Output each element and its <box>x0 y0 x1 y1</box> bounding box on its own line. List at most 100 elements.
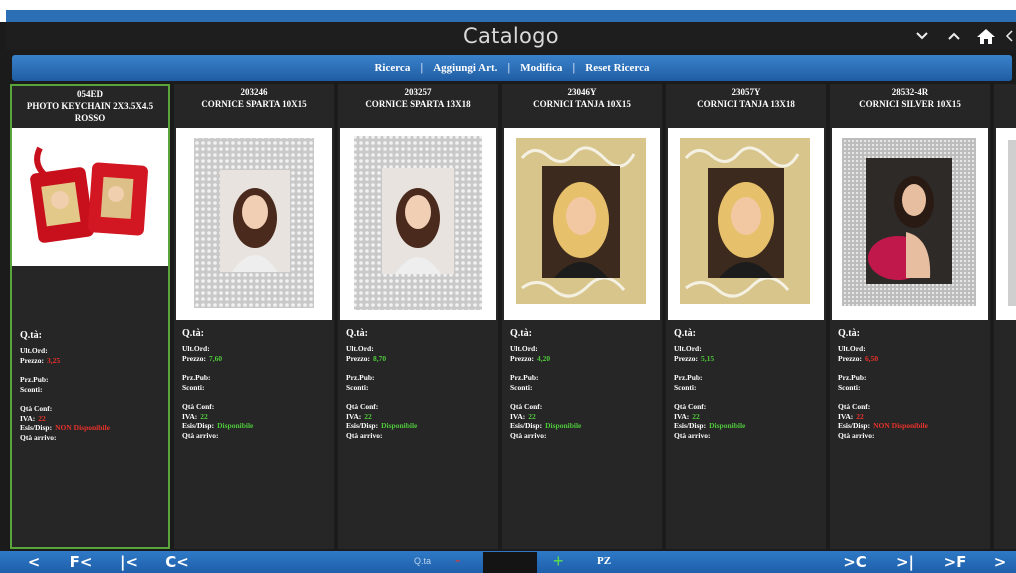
iva-value: 22 <box>692 411 700 421</box>
card-header: 23046Y CORNICI TANJA 10X15 <box>502 86 662 110</box>
prev-category-button[interactable]: C< <box>160 551 194 573</box>
qta-arrivo-row: Qtà arrivo: <box>20 432 57 442</box>
prezzo-row: Prezzo: 5,15 <box>674 353 715 363</box>
footer-bar: < F< |< C< Q.ta - + PZ >C >| >F > <box>0 551 1016 573</box>
qta-conf-row: Qtà Conf: <box>20 404 53 413</box>
iva-value: 22 <box>200 411 208 421</box>
availability-status: Disponibile <box>217 421 254 430</box>
qta-footer-label: Q.ta <box>414 556 432 566</box>
product-card[interactable]: 28532-4R CORNICI SILVER 10X15 Q.tà: Ult.… <box>830 84 990 549</box>
quantity-input[interactable] <box>483 552 537 573</box>
product-card[interactable]: 203257 CORNICE SPARTA 13X18 Q.tà: Ult.Or… <box>338 84 498 549</box>
esis-disp-row: Esis/Disp: Disponibile <box>510 421 582 430</box>
esis-disp-row: Esis/Disp: Disponibile <box>346 421 418 430</box>
product-name: CORNICI SILVER 10X15 <box>859 99 961 109</box>
chevron-down-icon[interactable] <box>906 22 938 50</box>
top-accent-bar <box>6 10 1016 22</box>
qta-label: Q.tà: <box>674 328 696 339</box>
product-card[interactable]: 23057Y CORNICI TANJA 13X18 Q.tà: Ult.Ord… <box>666 84 826 549</box>
esis-disp-row: Esis/Disp: NON Disponibile <box>20 423 110 432</box>
product-name: CORNICE SPARTA 10X15 <box>201 99 307 109</box>
prezzo-value: 6,50 <box>865 353 879 363</box>
sconti-row: Sconti: <box>182 382 205 392</box>
qta-label: Q.tà: <box>510 328 532 339</box>
qta-arrivo-row: Qtà arrivo: <box>346 430 383 440</box>
chevron-left-icon[interactable] <box>1002 22 1016 50</box>
product-image <box>12 128 168 266</box>
increase-qty-button[interactable]: + <box>553 551 564 572</box>
iva-value: 22 <box>364 411 372 421</box>
iva-row: IVA: 22 <box>182 411 208 421</box>
product-image <box>176 128 332 320</box>
prezzo-row: Prezzo: 8,70 <box>346 353 387 363</box>
product-image <box>340 128 496 320</box>
qta-conf-row: Qtà Conf: <box>510 402 543 411</box>
action-toolbar: Ricerca | Aggiungi Art. | Modifica | Res… <box>12 55 1012 81</box>
card-header: 203257 CORNICE SPARTA 13X18 <box>338 86 498 110</box>
iva-row: IVA: 22 <box>510 411 536 421</box>
qta-arrivo-row: Qtà arrivo: <box>510 430 547 440</box>
product-code: 28532-4R <box>891 87 929 97</box>
prz-pub-row: Prz.Pub: <box>346 373 375 382</box>
next-page-button[interactable]: >| <box>890 551 920 573</box>
card-header: 054ED PHOTO KEYCHAIN 2X3.5X4.5 ROSSO <box>12 88 168 124</box>
home-icon[interactable] <box>970 22 1002 50</box>
ult-ord-row: Ult.Ord: <box>182 344 210 353</box>
qta-conf-row: Qtà Conf: <box>346 402 379 411</box>
product-card-partial[interactable] <box>994 84 1016 549</box>
prev-page-button[interactable]: |< <box>114 551 144 573</box>
page-title: Catalogo <box>463 24 559 48</box>
product-code: 203246 <box>240 87 268 97</box>
qta-label: Q.tà: <box>182 328 204 339</box>
iva-value: 22 <box>528 411 536 421</box>
availability-status: NON Disponibile <box>55 423 110 432</box>
product-details: Q.tà: Ult.Ord: Prezzo: 4,20 Prz.Pub: Scon… <box>510 328 660 440</box>
chevron-up-icon[interactable] <box>938 22 970 50</box>
qta-label: Q.tà: <box>20 330 42 341</box>
product-card[interactable]: 054ED PHOTO KEYCHAIN 2X3.5X4.5 ROSSO Q.t… <box>10 84 170 549</box>
product-card[interactable]: 23046Y CORNICI TANJA 10X15 Q.tà: Ult.Ord… <box>502 84 662 549</box>
sconti-row: Sconti: <box>346 382 369 392</box>
qta-arrivo-row: Qtà arrivo: <box>182 430 219 440</box>
next-item-button[interactable]: > <box>990 551 1010 573</box>
product-name: PHOTO KEYCHAIN 2X3.5X4.5 ROSSO <box>26 101 154 123</box>
prezzo-row: Prezzo: 6,50 <box>838 353 879 363</box>
prz-pub-row: Prz.Pub: <box>510 373 539 382</box>
first-button[interactable]: F< <box>66 551 96 573</box>
last-button[interactable]: >F <box>940 551 970 573</box>
ricerca-button[interactable]: Ricerca <box>364 62 420 74</box>
product-image <box>504 128 660 320</box>
next-category-button[interactable]: >C <box>838 551 872 573</box>
product-name: CORNICI TANJA 10X15 <box>533 99 631 109</box>
availability-status: NON Disponibile <box>873 421 928 430</box>
reset-ricerca-button[interactable]: Reset Ricerca <box>575 62 659 74</box>
decrease-qty-button[interactable]: - <box>455 552 460 570</box>
header-nav <box>906 22 1016 50</box>
modifica-button[interactable]: Modifica <box>510 62 572 74</box>
product-details: Q.tà: Ult.Ord: Prezzo: 7,60 Prz.Pub: Scon… <box>182 328 332 440</box>
product-code: 054ED <box>76 89 103 99</box>
qta-conf-row: Qtà Conf: <box>838 402 871 411</box>
product-image <box>996 128 1016 320</box>
ult-ord-row: Ult.Ord: <box>674 344 702 353</box>
ult-ord-row: Ult.Ord: <box>20 346 48 355</box>
product-code: 23057Y <box>731 87 761 97</box>
product-details: Q.tà: Ult.Ord: Prezzo: 8,70 Prz.Pub: Scon… <box>346 328 496 440</box>
aggiungi-articolo-button[interactable]: Aggiungi Art. <box>423 62 507 74</box>
product-image <box>832 128 988 320</box>
qta-arrivo-row: Qtà arrivo: <box>838 430 875 440</box>
prezzo-row: Prezzo: 4,20 <box>510 353 551 363</box>
prev-item-button[interactable]: < <box>24 551 44 573</box>
iva-value: 22 <box>856 411 864 421</box>
prezzo-row: Prezzo: 3,25 <box>20 355 61 365</box>
product-name: CORNICI TANJA 13X18 <box>697 99 795 109</box>
prezzo-value: 3,25 <box>47 355 61 365</box>
qta-label: Q.tà: <box>346 328 368 339</box>
card-header: 23057Y CORNICI TANJA 13X18 <box>666 86 826 110</box>
iva-value: 22 <box>38 413 46 423</box>
product-image <box>668 128 824 320</box>
availability-status: Disponibile <box>381 421 418 430</box>
iva-row: IVA: 22 <box>20 413 46 423</box>
product-card[interactable]: 203246 CORNICE SPARTA 10X15 Q.tà: Ult.Or… <box>174 84 334 549</box>
card-header: 28532-4R CORNICI SILVER 10X15 <box>830 86 990 110</box>
